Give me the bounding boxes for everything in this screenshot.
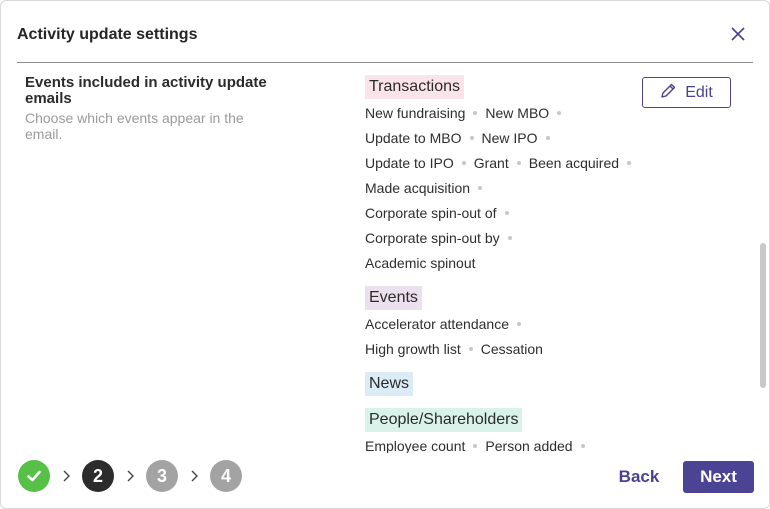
event-line: High growth list Cessation	[365, 341, 635, 366]
separator-dot	[627, 160, 632, 165]
event-item: New MBO	[485, 105, 550, 121]
event-groups: Transactions New fundraising New MBO Update…	[365, 75, 635, 453]
event-item: Made acquisition	[365, 180, 471, 196]
group-tag: News	[365, 372, 414, 396]
separator-dot	[580, 443, 585, 448]
close-icon[interactable]	[725, 21, 751, 47]
step-complete-check-icon[interactable]	[18, 460, 50, 492]
event-item: Person added	[485, 438, 573, 453]
separator-dot	[468, 346, 473, 351]
event-item: New IPO	[481, 130, 538, 146]
activity-settings-dialog: Activity update settings Events included…	[0, 0, 770, 509]
separator-dot	[557, 110, 562, 115]
event-item: Update to IPO	[365, 155, 454, 171]
section-description: Choose which events appear in the email.	[25, 110, 244, 142]
separator-dot	[473, 110, 478, 115]
pencil-icon	[660, 82, 677, 104]
scrollbar[interactable]	[760, 243, 766, 388]
separator-dot	[507, 235, 512, 240]
step-4[interactable]: 4	[210, 460, 242, 492]
event-group: News	[365, 372, 635, 402]
event-item: Update to MBO	[365, 130, 462, 146]
event-line: Corporate spin-out of	[365, 205, 635, 230]
edit-button[interactable]: Edit	[642, 77, 731, 108]
event-item: High growth list	[365, 341, 461, 357]
event-item: Grant	[473, 155, 509, 171]
back-button[interactable]: Back	[607, 461, 671, 493]
step-2[interactable]: 2	[82, 460, 114, 492]
event-line: Academic spinout	[365, 255, 635, 280]
next-button[interactable]: Next	[683, 461, 754, 493]
group-tag: People/Shareholders	[365, 408, 523, 432]
section-info: Events included in activity update email…	[25, 74, 275, 143]
event-item: Corporate spin-out of	[365, 205, 497, 221]
event-line: Employee count Person added	[365, 438, 635, 453]
stepper: 234	[18, 460, 242, 492]
dialog-header: Activity update settings	[17, 1, 753, 63]
dialog-body: Events included in activity update email…	[1, 63, 769, 453]
event-line: Corporate spin-out by	[365, 230, 635, 255]
separator-dot	[504, 210, 509, 215]
event-line: Made acquisition	[365, 180, 635, 205]
event-item: Academic spinout	[365, 255, 476, 271]
event-item: Employee count	[365, 438, 466, 453]
dialog-footer: 234 Back Next	[1, 453, 769, 508]
separator-dot	[545, 135, 550, 140]
separator-dot	[478, 185, 483, 190]
edit-label: Edit	[685, 83, 713, 101]
event-item: Accelerator attendance	[365, 316, 509, 332]
event-group: Events Accelerator attendance High growth …	[365, 286, 635, 366]
event-line: Accelerator attendance	[365, 316, 635, 341]
group-tag: Events	[365, 286, 422, 310]
event-item: Corporate spin-out by	[365, 230, 500, 246]
event-item: Cessation	[480, 341, 543, 357]
separator-dot	[461, 160, 466, 165]
separator-dot	[516, 160, 521, 165]
event-item: New fundraising	[365, 105, 466, 121]
separator-dot	[516, 321, 521, 326]
dialog-title: Activity update settings	[17, 26, 198, 43]
chevron-right-icon	[114, 460, 146, 492]
step-3[interactable]: 3	[146, 460, 178, 492]
chevron-right-icon	[50, 460, 82, 492]
chevron-right-icon	[178, 460, 210, 492]
event-line: Update to IPO Grant Been acquired	[365, 155, 635, 180]
separator-dot	[473, 443, 478, 448]
event-line: Update to MBO New IPO	[365, 130, 635, 155]
event-group: People/Shareholders Employee count Person …	[365, 408, 635, 453]
separator-dot	[469, 135, 474, 140]
event-group: Transactions New fundraising New MBO Update…	[365, 75, 635, 280]
section-title: Events included in activity update email…	[25, 74, 267, 107]
group-tag: Transactions	[365, 75, 464, 99]
event-item: Been acquired	[528, 155, 620, 171]
event-line: New fundraising New MBO	[365, 105, 635, 130]
